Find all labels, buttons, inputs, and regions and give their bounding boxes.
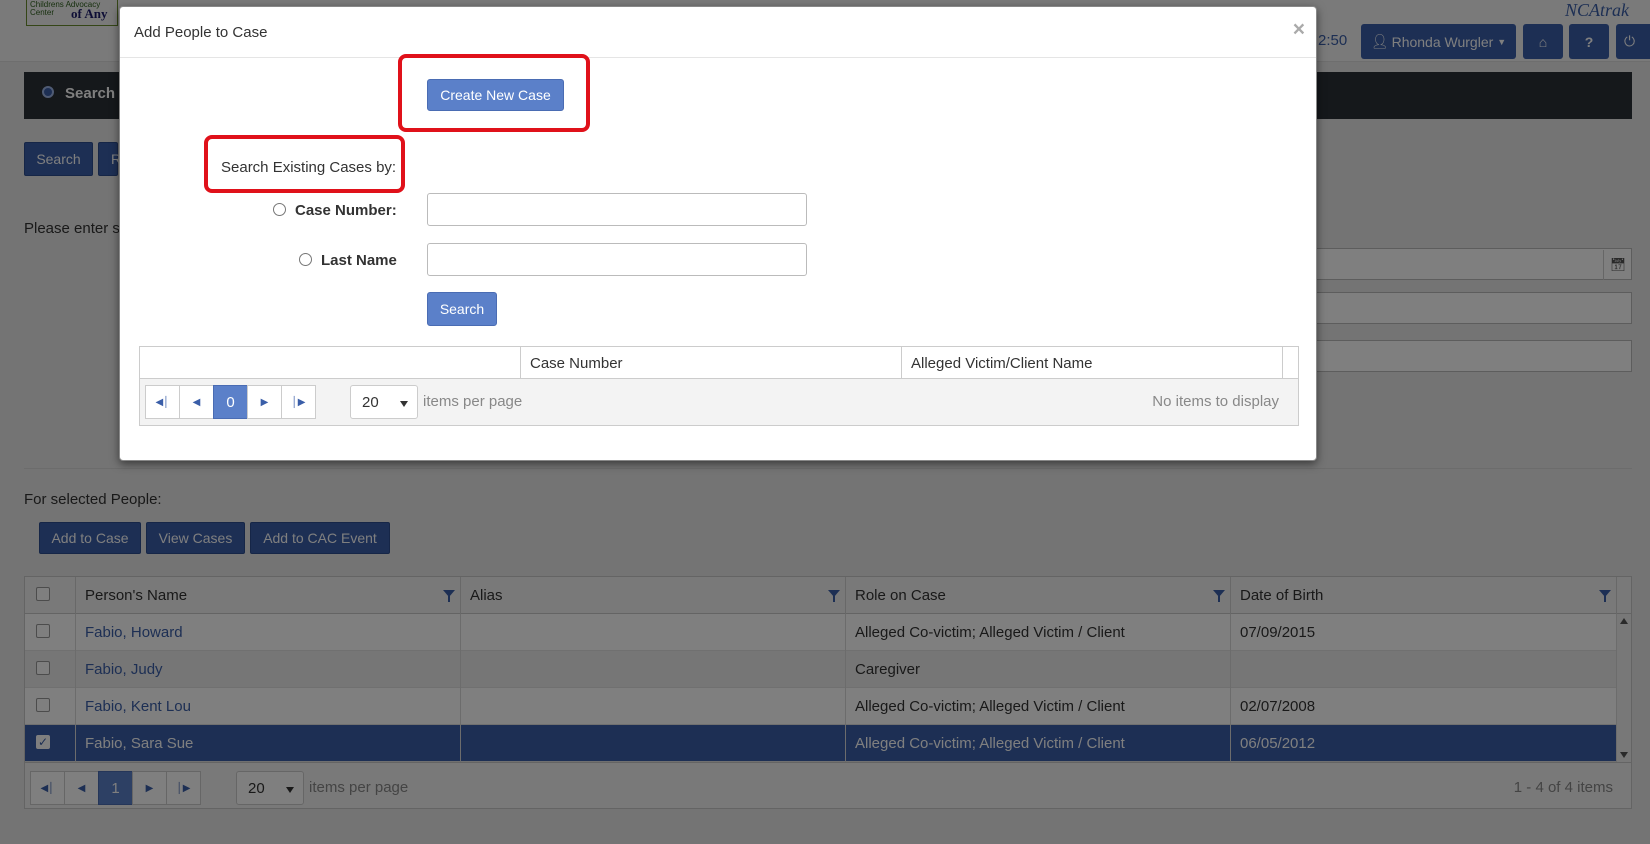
case-number-input[interactable] [427, 193, 807, 226]
last-name-radio[interactable] [299, 253, 312, 266]
first-page-icon[interactable]: ◀│ [145, 385, 180, 419]
results-grid-pager: ◀│ ◀ 0 ▶ │▶ 20 items per page No items t… [140, 379, 1298, 425]
modal-title: Add People to Case [134, 24, 268, 41]
last-name-label: Last Name [321, 252, 397, 269]
prev-page-icon[interactable]: ◀ [179, 385, 214, 419]
last-page-icon[interactable]: │▶ [281, 385, 316, 419]
items-per-page-label: items per page [423, 393, 523, 410]
caret-down-icon [400, 401, 408, 407]
next-page-icon[interactable]: ▶ [247, 385, 282, 419]
current-page-button[interactable]: 0 [213, 385, 248, 419]
modal-search-button[interactable]: Search [427, 292, 497, 326]
pager-info: No items to display [1152, 393, 1279, 410]
highlight-box [204, 135, 405, 193]
add-people-to-case-dialog: Add People to Case × Create New Case Sea… [119, 6, 1317, 461]
case-number-label: Case Number: [295, 202, 397, 219]
last-name-input[interactable] [427, 243, 807, 276]
column-header-case-number[interactable]: Case Number [521, 347, 902, 378]
column-header-victim-name[interactable]: Alleged Victim/Client Name [902, 347, 1283, 378]
close-icon[interactable]: × [1293, 19, 1305, 40]
case-results-grid: Case Number Alleged Victim/Client Name ◀… [139, 346, 1299, 426]
case-number-radio[interactable] [273, 203, 286, 216]
page-size-select[interactable]: 20 [350, 385, 418, 419]
page-size-value: 20 [362, 394, 379, 411]
column-header-blank [140, 347, 521, 378]
modal-header: Add People to Case × [120, 7, 1316, 58]
highlight-box [398, 54, 590, 132]
results-grid-header: Case Number Alleged Victim/Client Name [140, 347, 1298, 379]
